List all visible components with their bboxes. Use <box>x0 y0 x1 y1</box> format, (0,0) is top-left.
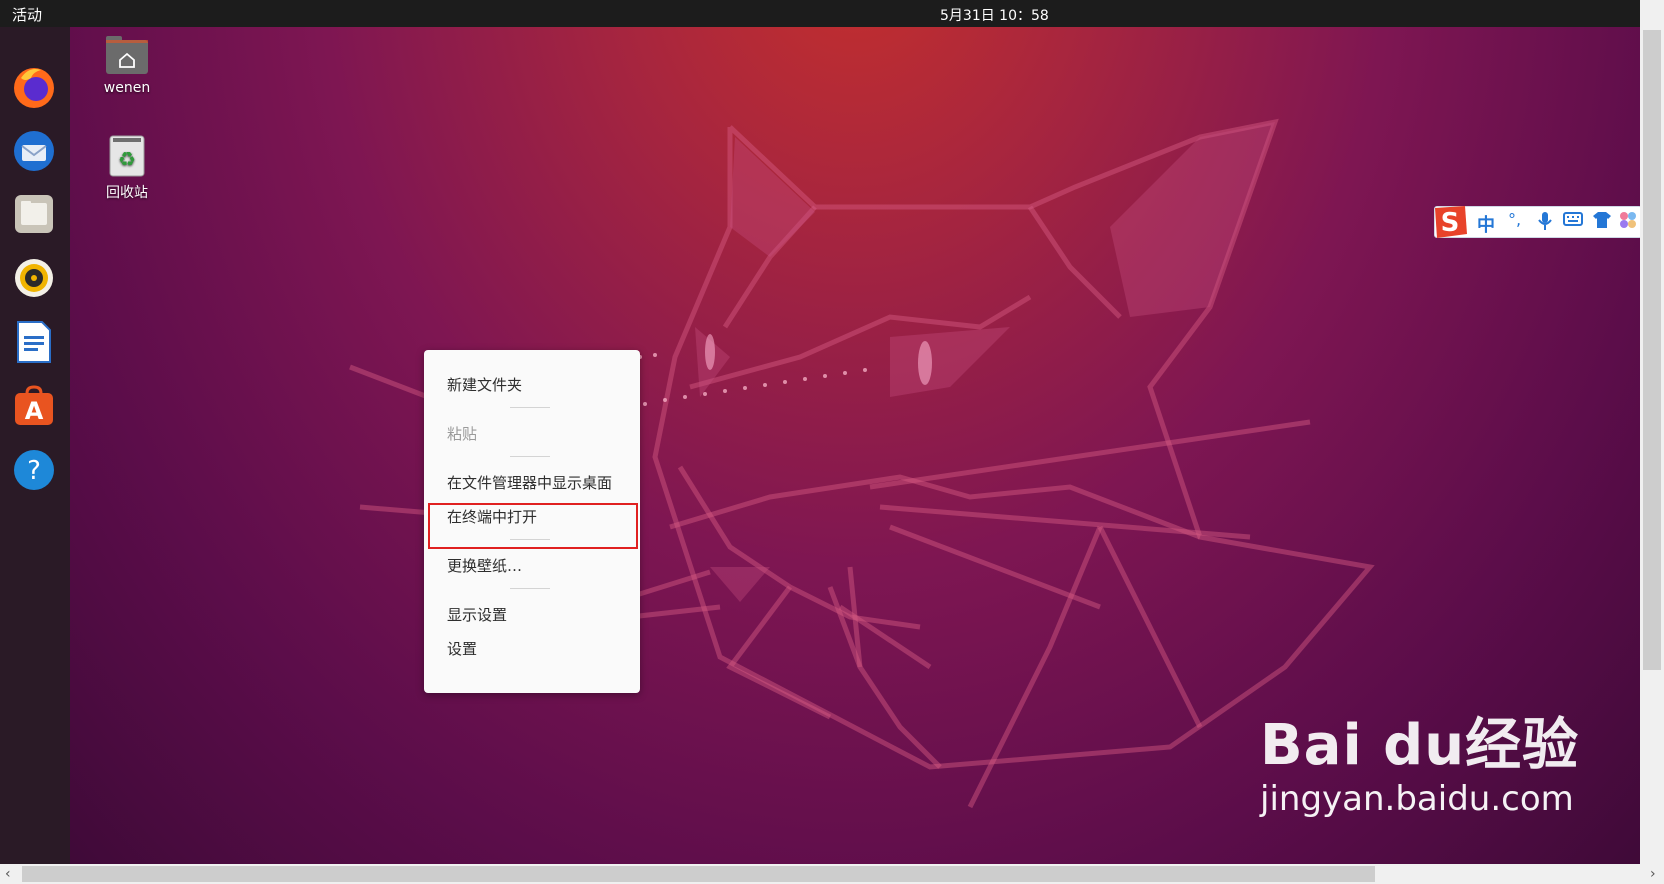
keyboard-icon[interactable] <box>1563 211 1583 232</box>
menu-item-new-folder[interactable]: 新建文件夹 <box>447 374 522 395</box>
menu-separator <box>510 456 550 457</box>
desktop-trash[interactable]: ♻ 回收站 <box>92 134 162 202</box>
watermark-url: jingyan.baidu.com <box>1260 779 1574 819</box>
home-folder-icon <box>106 36 148 74</box>
trash-label: 回收站 <box>106 185 148 201</box>
baidu-watermark: Bai du经验 jingyan.baidu.com <box>1260 700 1579 819</box>
svg-text:A: A <box>25 397 44 425</box>
menu-item-display-settings[interactable]: 显示设置 <box>447 604 507 625</box>
menu-item-change-wallpaper[interactable]: 更换壁纸… <box>447 555 522 576</box>
ime-mode-toggle[interactable]: 中 <box>1477 211 1495 237</box>
horizontal-scrollbar-thumb[interactable] <box>22 866 1375 882</box>
menu-item-settings[interactable]: 设置 <box>447 638 477 659</box>
highlight-box <box>428 503 638 549</box>
menu-separator <box>510 588 550 589</box>
home-folder-label: wenen <box>103 80 151 96</box>
ime-punctuation-toggle[interactable]: °, <box>1508 210 1521 229</box>
rhythmbox-icon[interactable] <box>11 255 57 301</box>
activities-button[interactable]: 活动 <box>12 4 42 25</box>
dock: A ? <box>0 27 70 864</box>
desktop-screen: 活动 5月31日 10：58 A ? wenen ♻ 回收站 新建文件夹 粘贴 … <box>0 0 1640 864</box>
vertical-scrollbar-thumb[interactable] <box>1643 30 1661 670</box>
scroll-right-icon[interactable]: › <box>1650 866 1656 882</box>
software-store-icon[interactable]: A <box>11 383 57 429</box>
svg-text:♻: ♻ <box>118 147 136 171</box>
libreoffice-writer-icon[interactable] <box>11 319 57 365</box>
scroll-left-icon[interactable]: ‹ <box>5 866 11 882</box>
desktop-home-folder[interactable]: wenen <box>92 34 162 96</box>
svg-text:?: ? <box>27 456 41 486</box>
ime-toolbar: S 中 °, <box>1434 206 1640 238</box>
firefox-icon[interactable] <box>11 64 57 110</box>
help-icon[interactable]: ? <box>11 447 57 493</box>
sogou-logo-icon[interactable]: S <box>1431 204 1469 240</box>
microphone-icon[interactable] <box>1537 211 1553 236</box>
svg-text:S: S <box>1441 208 1460 238</box>
trash-icon: ♻ <box>109 135 145 177</box>
files-icon[interactable] <box>11 191 57 237</box>
top-bar: 活动 5月31日 10：58 <box>0 0 1640 27</box>
menu-separator <box>510 407 550 408</box>
menu-item-show-in-files[interactable]: 在文件管理器中显示桌面 <box>447 472 612 493</box>
thunderbird-icon[interactable] <box>11 128 57 174</box>
menu-item-paste: 粘贴 <box>447 425 478 443</box>
clock[interactable]: 5月31日 10：58 <box>940 5 1049 25</box>
toolbox-icon[interactable] <box>1619 211 1637 234</box>
watermark-brand: Bai du经验 <box>1260 713 1580 778</box>
skin-icon[interactable] <box>1592 211 1612 234</box>
